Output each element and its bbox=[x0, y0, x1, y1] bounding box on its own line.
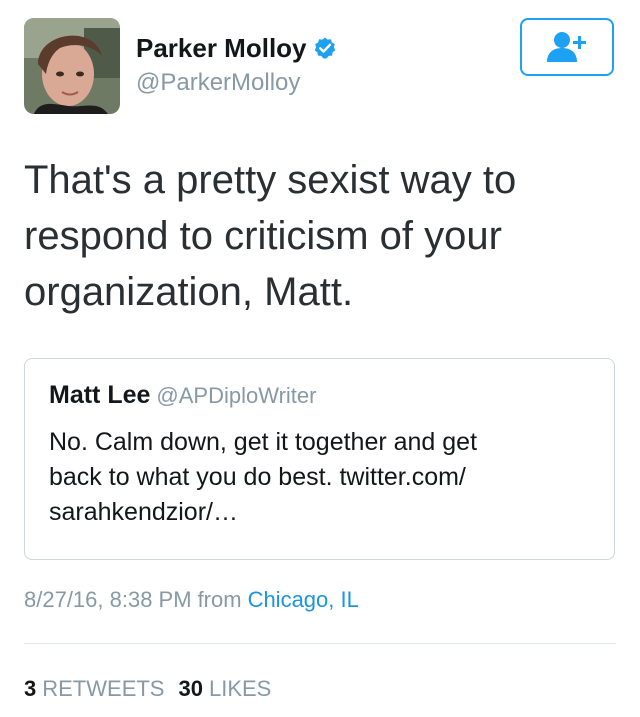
from-label: from bbox=[197, 587, 242, 612]
divider bbox=[24, 643, 616, 644]
verified-badge-icon bbox=[313, 36, 337, 60]
avatar[interactable] bbox=[24, 18, 120, 114]
quoted-text-line: sarahkendzior/… bbox=[49, 498, 238, 526]
location-link[interactable]: Chicago, IL bbox=[248, 587, 359, 612]
quoted-tweet-card[interactable]: Matt Lee @APDiploWriter No. Calm down, ge… bbox=[24, 358, 615, 560]
tweet-timestamp[interactable]: 8/27/16, 8:38 PM bbox=[24, 587, 192, 612]
follow-button[interactable] bbox=[520, 18, 614, 76]
likes-count: 30 bbox=[178, 676, 203, 701]
quoted-author-name: Matt Lee bbox=[49, 381, 151, 409]
author-display-name[interactable]: Parker Molloy bbox=[136, 33, 337, 64]
quoted-tweet-text: No. Calm down, get it together and get b… bbox=[49, 425, 594, 530]
quoted-text-line: back to what you do best. twitter.com/ bbox=[49, 463, 466, 491]
retweets-label: RETWEETS bbox=[42, 676, 165, 701]
author-handle[interactable]: @ParkerMolloy bbox=[136, 69, 300, 97]
author-name-text: Parker Molloy bbox=[136, 33, 307, 63]
profile-photo bbox=[24, 18, 120, 114]
likes-stat[interactable]: 30 LIKES bbox=[178, 676, 271, 702]
tweet-text-line: respond to criticism of your bbox=[24, 214, 502, 258]
retweets-count: 3 bbox=[24, 676, 37, 701]
tweet-text: That's a pretty sexist way to respond to… bbox=[24, 152, 604, 320]
tweet-text-line: That's a pretty sexist way to bbox=[24, 158, 517, 202]
retweets-stat[interactable]: 3 RETWEETS bbox=[24, 676, 164, 702]
tweet-text-line: organization, Matt. bbox=[24, 270, 354, 314]
tweet-meta: 8/27/16, 8:38 PM from Chicago, IL bbox=[24, 587, 359, 613]
tweet-stats: 3 RETWEETS 30 LIKES bbox=[24, 676, 285, 702]
quoted-author-handle: @APDiploWriter bbox=[156, 383, 317, 408]
likes-label: LIKES bbox=[208, 676, 272, 701]
quoted-tweet-header: Matt Lee @APDiploWriter bbox=[49, 381, 316, 410]
quoted-text-line: No. Calm down, get it together and get bbox=[49, 428, 478, 456]
follow-user-icon bbox=[547, 32, 586, 62]
